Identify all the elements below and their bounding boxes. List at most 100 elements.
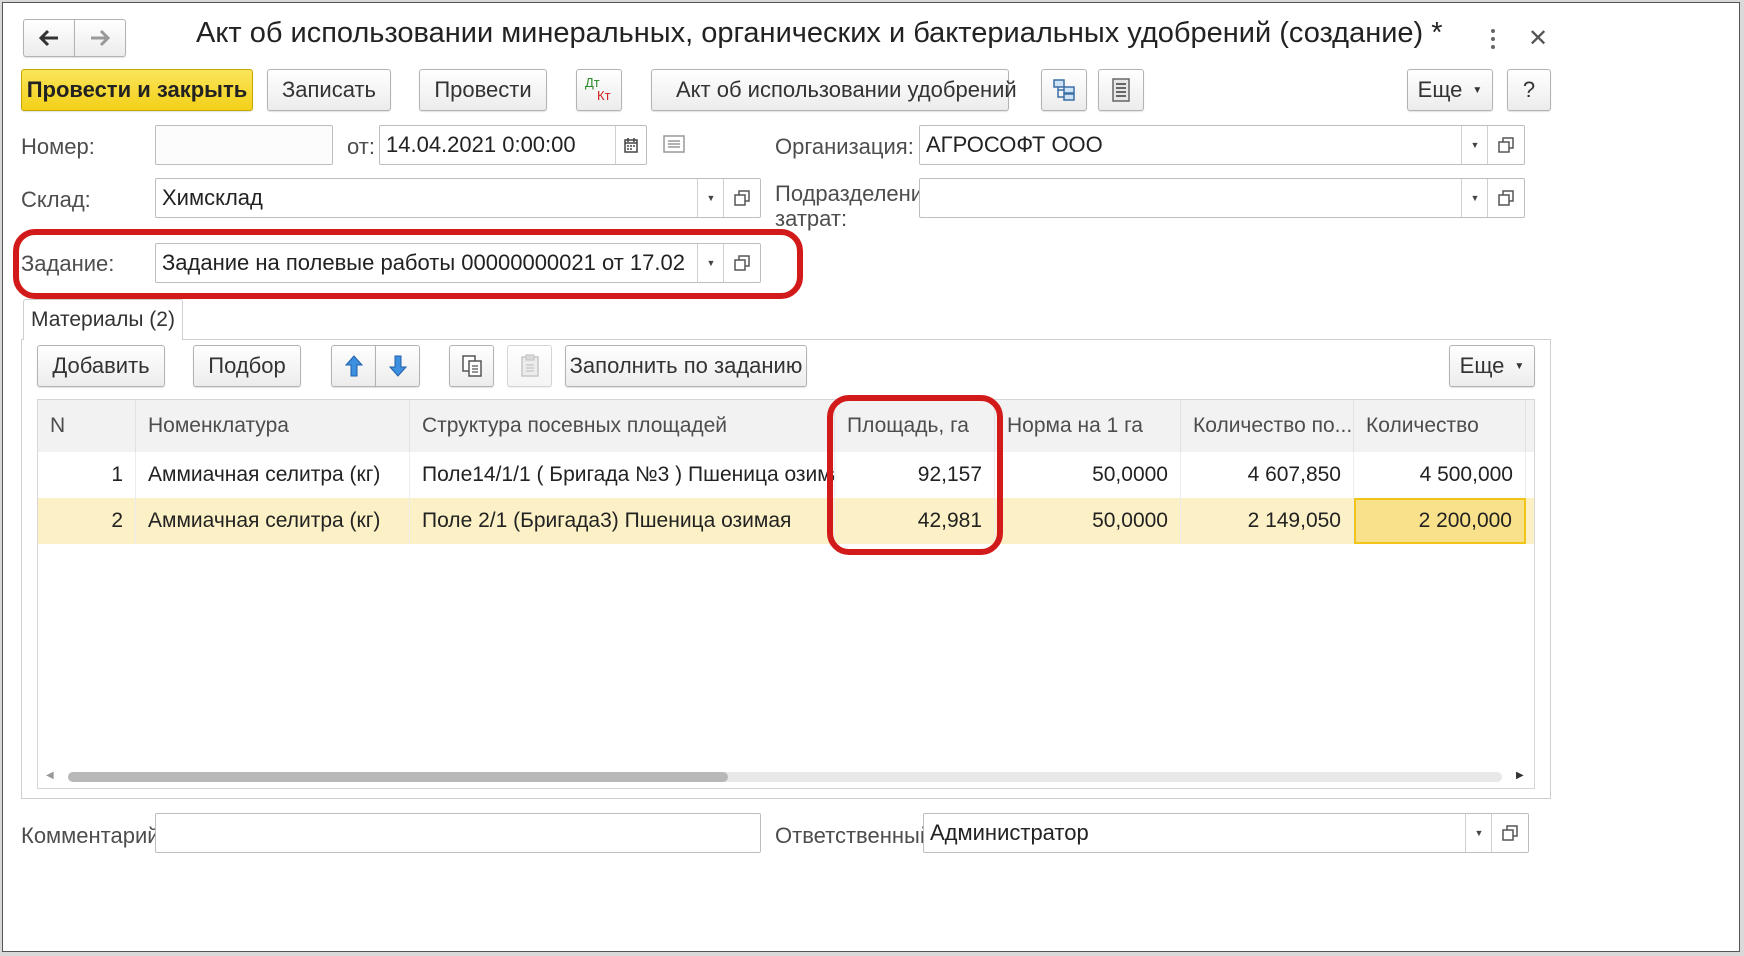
post-and-close-button[interactable]: Провести и закрыть — [21, 69, 253, 111]
column-header-structure[interactable]: Структура посевных площадей — [410, 400, 835, 452]
help-button[interactable]: ? — [1507, 69, 1551, 111]
responsible-open[interactable] — [1491, 814, 1528, 852]
table-more-label: Еще — [1459, 353, 1505, 378]
chevron-down-icon: ▼ — [706, 258, 716, 268]
task-open[interactable] — [723, 244, 760, 282]
cell-norm: 50,0000 — [995, 452, 1181, 498]
responsible-label: Ответственный: — [775, 823, 939, 848]
materials-table: N Номенклатура Структура посевных площад… — [37, 399, 1535, 789]
dt-kt-button[interactable]: Дт Кт — [576, 69, 622, 111]
column-header-area[interactable]: Площадь, га — [835, 400, 995, 452]
cost-division-field[interactable]: ▼ — [919, 178, 1525, 218]
organization-value: АГРОСОФТ ООО — [926, 132, 1103, 157]
cell-qty: 4 500,000 — [1354, 452, 1526, 498]
move-down-button[interactable] — [375, 345, 420, 387]
organization-open[interactable] — [1487, 126, 1524, 164]
chevron-down-icon: ▼ — [1470, 140, 1480, 150]
organization-label: Организация: — [775, 134, 914, 159]
fill-by-task-button[interactable]: Заполнить по заданию — [565, 345, 807, 387]
print-act-button[interactable]: Акт об использовании удобрений — [651, 69, 1017, 111]
close-icon[interactable]: ✕ — [1525, 23, 1551, 53]
column-header-nomenclature[interactable]: Номенклатура — [136, 400, 410, 452]
chevron-down-icon: ▼ — [1514, 360, 1525, 372]
warehouse-label: Склад: — [21, 187, 91, 212]
comment-note-icon[interactable] — [663, 135, 685, 158]
warehouse-open[interactable] — [723, 179, 760, 217]
arrow-left-icon — [38, 29, 58, 47]
open-icon — [1502, 825, 1518, 841]
responsible-value: Администратор — [930, 820, 1089, 845]
responsible-dropdown[interactable]: ▼ — [1465, 814, 1492, 852]
cost-division-open[interactable] — [1487, 179, 1524, 217]
select-button[interactable]: Подбор — [193, 345, 301, 387]
warehouse-value: Химсклад — [162, 185, 263, 210]
warehouse-dropdown[interactable]: ▼ — [697, 179, 724, 217]
cost-division-dropdown[interactable]: ▼ — [1461, 179, 1488, 217]
move-up-button[interactable] — [331, 345, 376, 387]
horizontal-scrollbar-track[interactable] — [68, 772, 1502, 782]
table-more-button[interactable]: Еще ▼ — [1449, 345, 1535, 387]
column-header-n[interactable]: N — [38, 400, 136, 452]
post-button[interactable]: Провести — [419, 69, 547, 111]
table-header: N Номенклатура Структура посевных площад… — [38, 400, 1534, 453]
organization-field[interactable]: АГРОСОФТ ООО ▼ — [919, 125, 1525, 165]
cost-division-label-2: затрат: — [775, 206, 848, 231]
organization-dropdown[interactable]: ▼ — [1461, 126, 1488, 164]
arrow-up-icon — [344, 355, 363, 377]
chevron-down-icon: ▼ — [1474, 828, 1484, 838]
cell-qty-active[interactable]: 2 200,000 — [1354, 498, 1526, 544]
save-button[interactable]: Записать — [267, 69, 391, 111]
paste-rows-button[interactable] — [507, 345, 552, 387]
paste-icon — [520, 354, 539, 377]
table-row-selected[interactable]: 2 Аммиачная селитра (кг) Поле 2/1 (Брига… — [38, 498, 1534, 544]
structure-button[interactable] — [1041, 69, 1087, 111]
cell-qty-norm: 2 149,050 — [1181, 498, 1354, 544]
responsible-field[interactable]: Администратор ▼ — [923, 813, 1529, 853]
warehouse-field[interactable]: Химсклад ▼ — [155, 178, 761, 218]
comment-label: Комментарий: — [21, 823, 166, 848]
print-act-label: Акт об использовании удобрений — [676, 77, 1017, 102]
column-header-qty-norm[interactable]: Количество по... — [1181, 400, 1354, 452]
add-row-button[interactable]: Добавить — [37, 345, 165, 387]
list-button[interactable] — [1098, 69, 1144, 111]
cell-norm: 50,0000 — [995, 498, 1181, 544]
cell-nomenclature: Аммиачная селитра (кг) — [136, 498, 410, 544]
column-header-norm[interactable]: Норма на 1 га — [995, 400, 1181, 452]
cell-nomenclature: Аммиачная селитра (кг) — [136, 452, 410, 498]
chevron-down-icon: ▼ — [706, 193, 716, 203]
dt-kt-icon: Дт Кт — [585, 75, 611, 103]
chevron-down-icon: ▼ — [1470, 193, 1480, 203]
arrow-right-icon — [91, 29, 111, 47]
task-dropdown[interactable]: ▼ — [697, 244, 724, 282]
cell-n: 1 — [38, 452, 136, 498]
calendar-button[interactable] — [615, 126, 646, 164]
document-window: Акт об использовании минеральных, органи… — [2, 2, 1740, 952]
task-value: Задание на полевые работы 00000000021 от… — [162, 250, 686, 275]
cell-structure: Поле14/1/1 ( Бригада №3 ) Пшеница озимая — [410, 452, 835, 498]
number-field[interactable] — [155, 125, 333, 165]
scroll-left-button[interactable]: ◀ — [46, 770, 54, 781]
calendar-icon — [624, 138, 638, 153]
copy-icon — [461, 355, 482, 377]
table-row[interactable]: 1 Аммиачная селитра (кг) Поле14/1/1 ( Бр… — [38, 452, 1534, 498]
tab-materials[interactable]: Материалы (2) — [23, 299, 183, 340]
task-label: Задание: — [21, 251, 115, 276]
column-header-qty[interactable]: Количество — [1354, 400, 1526, 452]
more-button[interactable]: Еще ▼ — [1407, 69, 1493, 111]
more-label: Еще — [1417, 77, 1463, 102]
copy-rows-button[interactable] — [449, 345, 494, 387]
open-icon — [1498, 137, 1514, 153]
scroll-right-button[interactable]: ▶ — [1516, 770, 1524, 781]
cell-structure: Поле 2/1 (Бригада3) Пшеница озимая — [410, 498, 835, 544]
task-field[interactable]: Задание на полевые работы 00000000021 от… — [155, 243, 761, 283]
open-icon — [734, 255, 750, 271]
cell-n: 2 — [38, 498, 136, 544]
comment-field[interactable] — [155, 813, 761, 853]
cost-division-label-1: Подразделение — [775, 181, 936, 206]
horizontal-scrollbar-thumb[interactable] — [68, 772, 728, 782]
date-field[interactable]: 14.04.2021 0:00:00 — [379, 125, 647, 165]
date-from-label: от: — [347, 134, 375, 159]
more-actions-icon[interactable] — [1483, 23, 1503, 55]
back-button[interactable] — [23, 19, 75, 57]
forward-button[interactable] — [74, 19, 126, 57]
